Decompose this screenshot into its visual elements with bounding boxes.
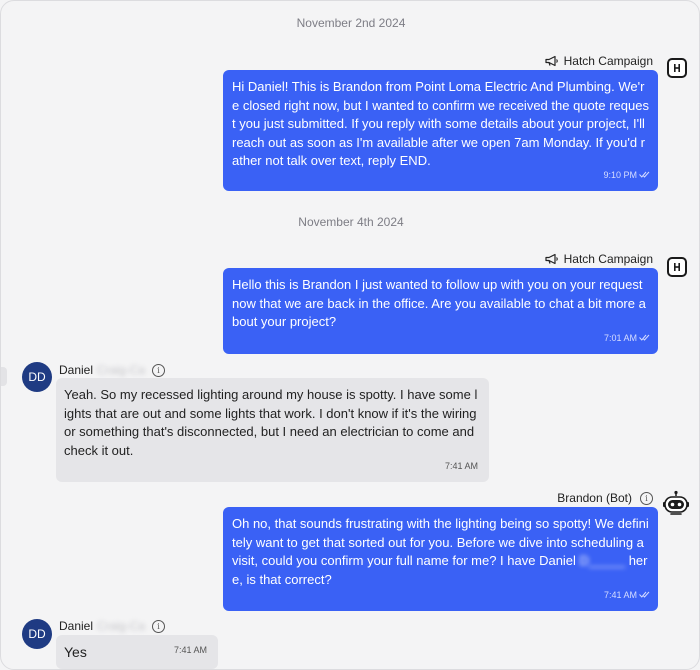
hatch-logo-icon [667, 58, 687, 78]
outgoing-message: Hi Daniel! This is Brandon from Point Lo… [223, 70, 658, 191]
message-meta: 7:01 AM [604, 329, 650, 348]
sender-name-redacted: Craig-Ca [97, 363, 146, 377]
message-sender: Daniel Craig-Ca i [59, 618, 166, 634]
message-text: Hello this is Brandon I just wanted to f… [232, 277, 646, 329]
message-text: Yeah. So my recessed lighting around my … [64, 387, 478, 458]
message-meta: 7:41 AM [604, 586, 650, 605]
message-time: 7:01 AM [603, 332, 637, 343]
message-time: 7:41 AM [444, 460, 478, 471]
incoming-message: Yeah. So my recessed lighting around my … [56, 378, 489, 482]
sender-name: Brandon (Bot) [557, 491, 632, 505]
collapse-handle[interactable] [1, 367, 7, 386]
megaphone-icon [545, 253, 558, 265]
robot-icon [663, 490, 689, 515]
megaphone-icon [545, 55, 558, 67]
hatch-logo-icon [667, 257, 687, 277]
message-time: 9:10 PM [603, 169, 637, 180]
outgoing-message: Oh no, that sounds frustrating with the … [223, 507, 658, 611]
message-sender: Brandon (Bot) i [557, 490, 653, 506]
double-check-icon [639, 171, 650, 179]
sender-name: Hatch Campaign [563, 252, 653, 266]
sender-name: Daniel [59, 363, 94, 377]
message-text: Yes [64, 644, 87, 660]
conversation-panel: November 2nd 2024 Hatch Campaign Hi Dani… [0, 0, 700, 670]
avatar[interactable]: DD [22, 362, 52, 392]
message-time: 7:41 AM [173, 644, 207, 655]
sender-name: Daniel [59, 619, 94, 633]
message-sender: Hatch Campaign [545, 53, 653, 69]
message-text-redacted: D_____ [579, 553, 626, 568]
double-check-icon [639, 334, 650, 342]
date-divider: November 2nd 2024 [296, 16, 406, 30]
message-sender: Daniel Craig-Ca i [59, 362, 166, 378]
outgoing-message: Hello this is Brandon I just wanted to f… [223, 268, 658, 354]
avatar[interactable]: DD [22, 619, 52, 649]
message-meta: 9:10 PM [603, 166, 650, 185]
double-check-icon [639, 591, 650, 599]
message-time: 7:41 AM [603, 589, 637, 600]
sender-name-redacted: Craig-Ca [97, 619, 146, 633]
incoming-message: Yes 7:41 AM [56, 635, 218, 669]
message-text: Hi Daniel! This is Brandon from Point Lo… [232, 79, 649, 168]
sender-name: Hatch Campaign [563, 54, 653, 68]
message-sender: Hatch Campaign [545, 251, 653, 267]
info-icon[interactable]: i [152, 363, 166, 377]
info-icon[interactable]: i [152, 619, 166, 633]
info-icon[interactable]: i [640, 491, 653, 505]
date-divider: November 4th 2024 [298, 215, 404, 229]
